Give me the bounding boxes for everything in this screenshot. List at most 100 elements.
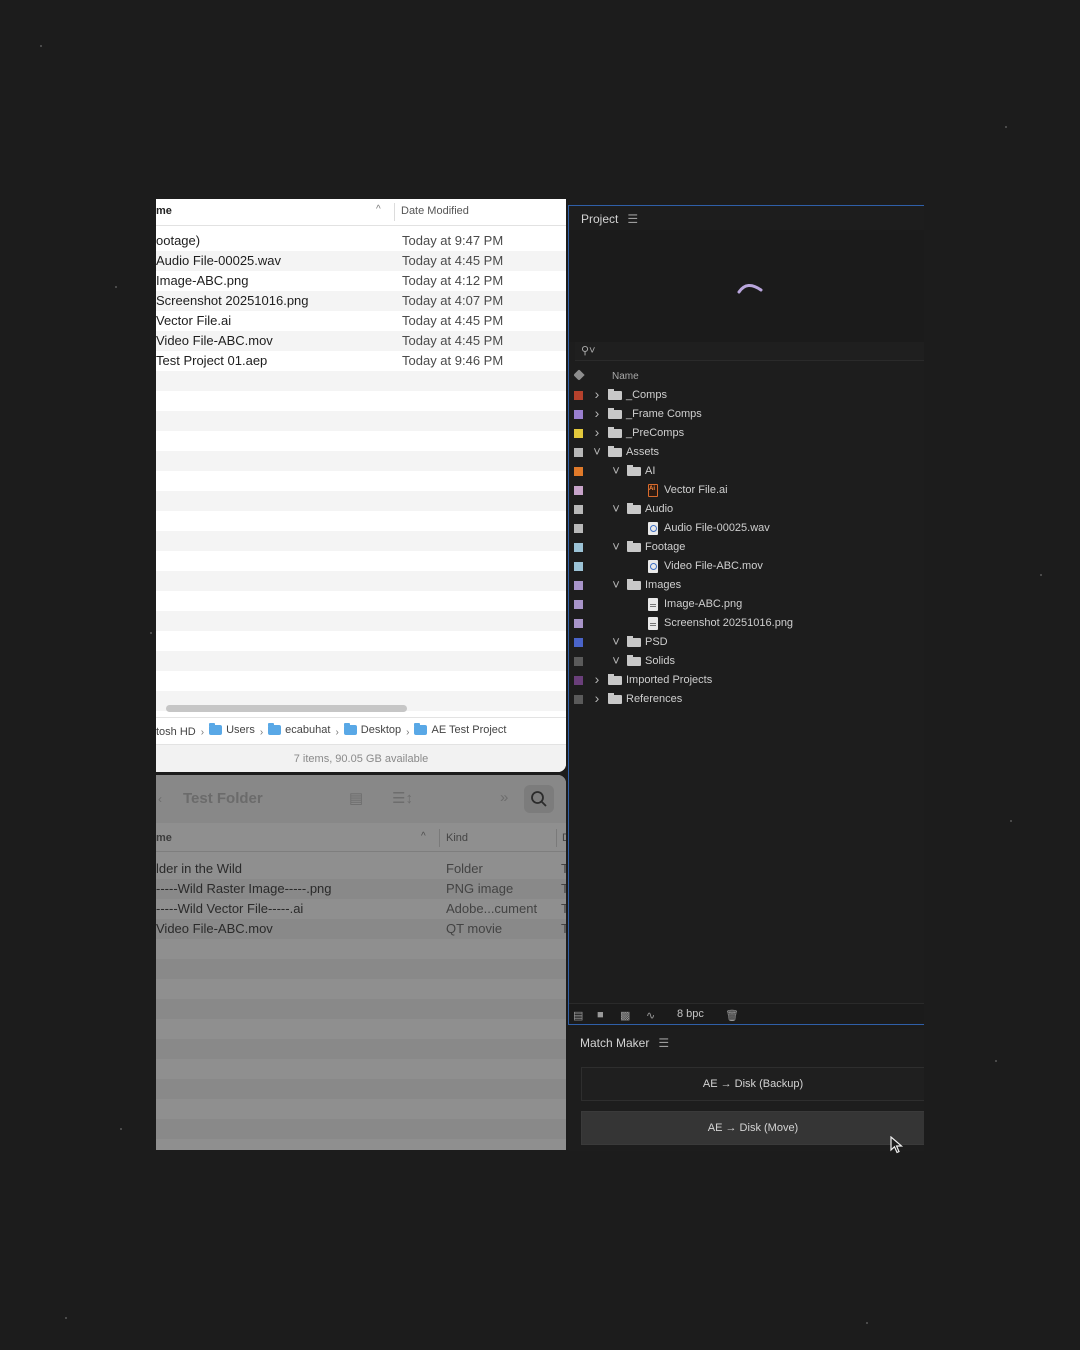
project-settings-icon[interactable]: ∿ <box>646 1009 655 1022</box>
chevron-down-icon[interactable]: ˅ <box>611 653 621 668</box>
label-color-swatch[interactable] <box>574 657 583 666</box>
path-item-desktop[interactable]: Desktop <box>343 723 401 736</box>
chevron-down-icon[interactable]: ˅ <box>611 463 621 478</box>
project-item-row[interactable]: › Imported Projects <box>569 671 924 690</box>
label-color-swatch[interactable] <box>574 467 583 476</box>
project-item-name: Image-ABC.png <box>664 598 743 610</box>
project-item-row[interactable]: Audio File-00025.wav <box>569 519 924 538</box>
label-color-swatch[interactable] <box>574 600 583 609</box>
chevron-down-icon[interactable]: ˅ <box>592 444 602 459</box>
column-header-name[interactable]: me <box>156 832 172 844</box>
new-composition-icon[interactable]: ▩ <box>620 1009 630 1022</box>
file-row[interactable]: Screenshot 20251016.png Today at 4:07 PM <box>156 291 566 311</box>
label-color-swatch[interactable] <box>574 543 583 552</box>
label-color-swatch[interactable] <box>574 410 583 419</box>
project-item-name: Footage <box>645 541 686 553</box>
project-item-row[interactable]: ˅ Solids <box>569 652 924 671</box>
project-item-row[interactable]: ˅ PSD <box>569 633 924 652</box>
path-item-users[interactable]: Users <box>209 723 255 736</box>
label-color-swatch[interactable] <box>574 429 583 438</box>
label-color-swatch[interactable] <box>574 676 583 685</box>
panel-menu-icon[interactable]: ☰ <box>658 1036 669 1050</box>
project-item-row[interactable]: ˅ Assets <box>569 443 924 462</box>
project-item-row[interactable]: ˅ Images <box>569 576 924 595</box>
column-divider[interactable] <box>439 829 440 847</box>
panel-menu-icon[interactable]: ☰ <box>627 212 638 226</box>
new-folder-icon[interactable]: ▤ <box>349 789 363 807</box>
label-tag-icon[interactable] <box>573 369 585 381</box>
project-item-row[interactable]: › References <box>569 690 924 709</box>
label-color-swatch[interactable] <box>574 638 583 647</box>
chevron-right-icon[interactable]: › <box>592 405 602 421</box>
column-header-name[interactable]: Name <box>612 371 639 382</box>
chevron-down-icon[interactable]: ˅ <box>611 577 621 592</box>
project-item-row[interactable]: Screenshot 20251016.png <box>569 614 924 633</box>
file-kind: PNG image <box>446 881 514 896</box>
back-icon[interactable]: ‹ <box>158 792 162 806</box>
path-item-disk[interactable]: tosh HD <box>156 726 196 738</box>
project-item-row[interactable]: Image-ABC.png <box>569 595 924 614</box>
ae-to-disk-move-button[interactable]: AE → Disk (Move) <box>581 1111 924 1145</box>
column-header-date-modified[interactable]: Date Modified <box>401 205 469 217</box>
folder-icon <box>414 723 428 735</box>
chevron-right-icon[interactable]: › <box>592 671 602 687</box>
empty-row <box>156 671 566 691</box>
path-item-ae-test-project[interactable]: AE Test Project <box>414 723 506 736</box>
file-row[interactable]: Vector File.ai Today at 4:45 PM <box>156 311 566 331</box>
file-row[interactable]: ootage) Today at 9:47 PM <box>156 231 566 251</box>
ae-to-disk-backup-button[interactable]: AE → Disk (Backup) <box>581 1067 924 1101</box>
label-color-swatch[interactable] <box>574 562 583 571</box>
bit-depth-button[interactable]: 8 bpc <box>677 1008 704 1020</box>
chevron-down-icon[interactable]: ˅ <box>611 501 621 516</box>
path-item-home[interactable]: ecabuhat <box>268 723 330 736</box>
file-row[interactable]: -----Wild Raster Image-----.png PNG image… <box>156 879 566 899</box>
column-divider[interactable] <box>394 203 395 221</box>
project-item-row[interactable]: › _PreComps <box>569 424 924 443</box>
file-row[interactable]: Image-ABC.png Today at 4:12 PM <box>156 271 566 291</box>
horizontal-scrollbar[interactable] <box>166 705 407 712</box>
interpret-footage-icon[interactable]: ▤ <box>573 1009 583 1022</box>
column-header-date[interactable]: D <box>562 832 566 844</box>
panel-title-label: Project <box>581 212 619 226</box>
project-item-row[interactable]: › _Comps <box>569 386 924 405</box>
file-row[interactable]: -----Wild Vector File-----.ai Adobe...cum… <box>156 899 566 919</box>
chevron-right-icon[interactable]: › <box>592 386 602 402</box>
file-row[interactable]: Test Project 01.aep Today at 9:46 PM <box>156 351 566 371</box>
column-header-kind[interactable]: Kind <box>446 832 468 844</box>
project-item-row[interactable]: ˅ Audio <box>569 500 924 519</box>
new-folder-icon[interactable]: ■ <box>597 1009 604 1021</box>
list-view-icon[interactable]: ☰↕ <box>392 789 413 807</box>
label-color-swatch[interactable] <box>574 619 583 628</box>
empty-row <box>156 571 566 591</box>
file-row[interactable]: lder in the Wild Folder T <box>156 859 566 879</box>
chevron-right-icon[interactable]: › <box>592 690 602 706</box>
label-color-swatch[interactable] <box>574 391 583 400</box>
file-row[interactable]: Video File-ABC.mov Today at 4:45 PM <box>156 331 566 351</box>
label-color-swatch[interactable] <box>574 448 583 457</box>
folder-icon <box>627 579 641 590</box>
project-item-row[interactable]: Vector File.ai <box>569 481 924 500</box>
file-name: ootage) <box>156 233 201 248</box>
overflow-chevron-icon[interactable]: » <box>500 789 508 806</box>
panel-title[interactable]: Match Maker ☰ <box>580 1036 669 1050</box>
search-button[interactable] <box>524 785 554 813</box>
label-color-swatch[interactable] <box>574 505 583 514</box>
column-divider[interactable] <box>556 829 557 847</box>
label-color-swatch[interactable] <box>574 581 583 590</box>
trash-icon[interactable]: 🗑 <box>725 1009 739 1022</box>
label-color-swatch[interactable] <box>574 486 583 495</box>
column-header-name[interactable]: me <box>156 205 172 217</box>
label-color-swatch[interactable] <box>574 524 583 533</box>
search-input[interactable]: ⚲˅ <box>575 342 924 361</box>
chevron-right-icon[interactable]: › <box>592 424 602 440</box>
label-color-swatch[interactable] <box>574 695 583 704</box>
project-item-row[interactable]: ˅ Footage <box>569 538 924 557</box>
file-row[interactable]: Audio File-00025.wav Today at 4:45 PM <box>156 251 566 271</box>
project-item-row[interactable]: ˅ AI <box>569 462 924 481</box>
panel-title[interactable]: Project ☰ <box>581 212 638 226</box>
project-item-row[interactable]: › _Frame Comps <box>569 405 924 424</box>
file-row[interactable]: Video File-ABC.mov QT movie T <box>156 919 566 939</box>
project-item-row[interactable]: Video File-ABC.mov <box>569 557 924 576</box>
chevron-down-icon[interactable]: ˅ <box>611 539 621 554</box>
chevron-down-icon[interactable]: ˅ <box>611 634 621 649</box>
